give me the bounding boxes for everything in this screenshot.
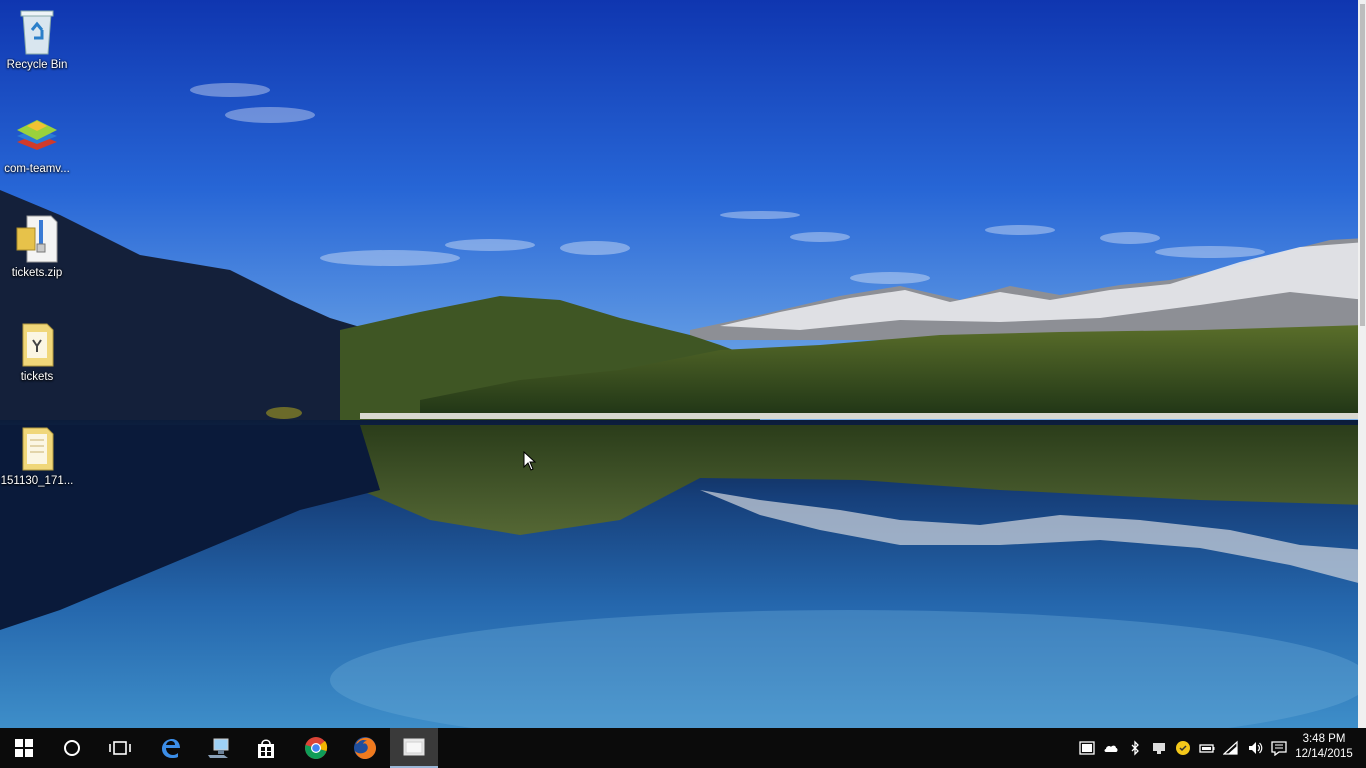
action-center-icon bbox=[1271, 741, 1287, 756]
norton-icon bbox=[1176, 741, 1190, 755]
taskbar-file-explorer-button[interactable] bbox=[390, 728, 438, 768]
scrollbar-thumb[interactable] bbox=[1360, 4, 1365, 326]
battery-icon bbox=[1079, 741, 1095, 755]
store-icon bbox=[258, 739, 274, 758]
taskbar-chrome-button[interactable] bbox=[292, 728, 340, 768]
folder-icon bbox=[22, 427, 54, 471]
chrome-icon bbox=[305, 737, 328, 759]
taskbar-computer-button[interactable] bbox=[194, 728, 242, 768]
folder-icon bbox=[22, 323, 54, 367]
cortana-icon bbox=[64, 740, 80, 756]
network-monitor-icon bbox=[1153, 743, 1165, 754]
taskbar-clock[interactable]: 3:48 PM 12/14/2015 bbox=[1292, 732, 1356, 762]
desktop-icon-recycle-bin[interactable]: Recycle Bin bbox=[0, 8, 74, 72]
desktop-icon-151130[interactable]: 151130_171... bbox=[0, 424, 74, 488]
bluetooth-icon bbox=[1131, 740, 1139, 756]
clock-date: 12/14/2015 bbox=[1295, 748, 1353, 760]
edge-icon bbox=[162, 739, 180, 758]
tray-battery-button[interactable] bbox=[1079, 740, 1095, 756]
taskbar-store-button[interactable] bbox=[242, 728, 290, 768]
computer-icon bbox=[208, 738, 229, 758]
app-stack-icon bbox=[17, 120, 57, 150]
onedrive-icon bbox=[1104, 745, 1118, 752]
zip-folder-icon bbox=[16, 215, 58, 263]
desktop-icon-label: tickets bbox=[20, 371, 54, 383]
desktop[interactable]: Recycle Bin com-teamv... tickets.zip tic… bbox=[0, 0, 1366, 728]
task-view-button[interactable] bbox=[96, 728, 144, 768]
recycle-bin-icon bbox=[20, 10, 54, 55]
firefox-icon bbox=[354, 737, 376, 759]
mouse-cursor-icon bbox=[523, 451, 537, 471]
start-icon bbox=[15, 739, 33, 757]
action-center-button[interactable] bbox=[1271, 740, 1287, 756]
tray-network-button[interactable] bbox=[1151, 740, 1167, 756]
scrollbar-track[interactable] bbox=[1358, 0, 1366, 728]
tray-wifi-button[interactable] bbox=[1223, 740, 1239, 756]
wifi-icon bbox=[1223, 740, 1238, 755]
taskbar-edge-button[interactable] bbox=[146, 728, 194, 768]
volume-icon bbox=[1249, 742, 1263, 754]
tray-norton-button[interactable] bbox=[1175, 740, 1191, 756]
desktop-icon-tickets-zip[interactable]: tickets.zip bbox=[0, 214, 74, 280]
taskbar-firefox-button[interactable] bbox=[341, 728, 389, 768]
desktop-wallpaper bbox=[0, 0, 1366, 728]
taskbar: 3:48 PM 12/14/2015 bbox=[0, 728, 1366, 768]
desktop-icon-label: com-teamv... bbox=[4, 163, 70, 175]
desktop-icon-label: 151130_171... bbox=[0, 475, 74, 487]
start-button[interactable] bbox=[0, 728, 48, 768]
tray-bluetooth-button[interactable] bbox=[1127, 740, 1143, 756]
desktop-icon-label: Recycle Bin bbox=[6, 59, 68, 71]
desktop-icon-tickets[interactable]: tickets bbox=[0, 320, 74, 384]
tray-onedrive-button[interactable] bbox=[1103, 740, 1119, 756]
power-icon bbox=[1199, 744, 1215, 753]
tray-power-button[interactable] bbox=[1199, 740, 1215, 756]
tray-volume-button[interactable] bbox=[1247, 740, 1263, 756]
cortana-button[interactable] bbox=[48, 728, 96, 768]
desktop-icon-label: tickets.zip bbox=[11, 267, 63, 279]
file-explorer-icon bbox=[403, 738, 425, 756]
task-view-icon bbox=[109, 741, 131, 755]
desktop-icon-com-teamv[interactable]: com-teamv... bbox=[0, 112, 74, 176]
clock-time: 3:48 PM bbox=[1302, 733, 1346, 745]
